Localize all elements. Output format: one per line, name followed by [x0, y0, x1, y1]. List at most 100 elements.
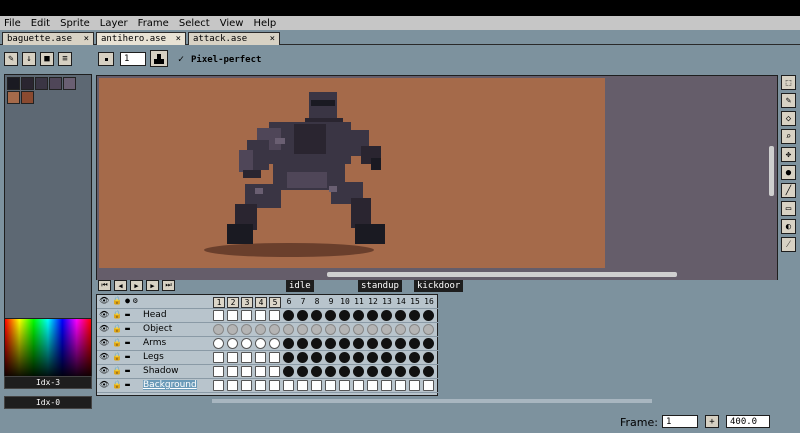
- cel[interactable]: [395, 366, 406, 377]
- cel[interactable]: [213, 338, 224, 349]
- cel[interactable]: [325, 352, 336, 363]
- layer-row-head[interactable]: 👁🔒▬ Head: [97, 309, 439, 323]
- frame-header-16[interactable]: 16: [423, 297, 435, 306]
- first-frame-button[interactable]: ⏮: [98, 280, 111, 291]
- cel[interactable]: [269, 310, 280, 321]
- layer-row-background[interactable]: 👁🔒▬ Background: [97, 379, 439, 393]
- brush-shape-button[interactable]: [98, 52, 114, 66]
- tab-attack[interactable]: attack.ase ×: [188, 32, 280, 45]
- marquee-tool[interactable]: ⬚: [781, 75, 796, 90]
- close-icon[interactable]: ×: [270, 34, 275, 44]
- layer-row-object[interactable]: 👁🔒▬ Object: [97, 323, 439, 337]
- spray-tool[interactable]: ⁄: [781, 237, 796, 252]
- cel[interactable]: [423, 324, 434, 335]
- cel[interactable]: [297, 338, 308, 349]
- background-color-index[interactable]: Idx-0: [4, 396, 92, 409]
- cel[interactable]: [241, 338, 252, 349]
- zoom-tool[interactable]: ⌕: [781, 129, 796, 144]
- tag-standup[interactable]: standup: [358, 280, 402, 292]
- cel[interactable]: [381, 352, 392, 363]
- ellipse-tool[interactable]: ◐: [781, 219, 796, 234]
- cel[interactable]: [325, 380, 336, 391]
- cel[interactable]: [353, 366, 364, 377]
- cel[interactable]: [241, 366, 252, 377]
- frame-header-11[interactable]: 11: [353, 297, 365, 306]
- cel[interactable]: [339, 338, 350, 349]
- zoom-input[interactable]: 400.0: [726, 415, 770, 428]
- palette-swatch[interactable]: [21, 77, 34, 90]
- frame-header-14[interactable]: 14: [395, 297, 407, 306]
- cel[interactable]: [395, 338, 406, 349]
- cel[interactable]: [255, 324, 266, 335]
- pencil-mode-button[interactable]: ✎: [4, 52, 18, 66]
- frame-header-1[interactable]: 1: [213, 297, 225, 308]
- menu-edit[interactable]: Edit: [31, 18, 50, 29]
- layer-visibility-icons[interactable]: 👁🔒▬: [99, 324, 133, 333]
- cel[interactable]: [395, 310, 406, 321]
- cel[interactable]: [297, 366, 308, 377]
- menu-layer[interactable]: Layer: [100, 18, 128, 29]
- layer-visibility-icons[interactable]: 👁🔒▬: [99, 310, 133, 319]
- rectangle-tool[interactable]: ▭: [781, 201, 796, 216]
- frame-header-7[interactable]: 7: [297, 297, 309, 306]
- tag-idle[interactable]: idle: [286, 280, 314, 292]
- cel[interactable]: [255, 310, 266, 321]
- menu-help[interactable]: Help: [253, 18, 276, 29]
- cel[interactable]: [311, 366, 322, 377]
- cel[interactable]: [353, 380, 364, 391]
- close-icon[interactable]: ×: [84, 34, 89, 44]
- cel[interactable]: [283, 352, 294, 363]
- last-frame-button[interactable]: ⏭: [162, 280, 175, 291]
- frame-header-10[interactable]: 10: [339, 297, 351, 306]
- cel[interactable]: [423, 366, 434, 377]
- add-frame-button[interactable]: +: [705, 415, 719, 428]
- cel[interactable]: [367, 338, 378, 349]
- cel[interactable]: [269, 352, 280, 363]
- cel[interactable]: [213, 380, 224, 391]
- cel[interactable]: [325, 310, 336, 321]
- cel[interactable]: [283, 366, 294, 377]
- cel[interactable]: [297, 380, 308, 391]
- cel[interactable]: [297, 324, 308, 335]
- cel[interactable]: [353, 352, 364, 363]
- cel[interactable]: [241, 352, 252, 363]
- cel[interactable]: [381, 310, 392, 321]
- frame-header-2[interactable]: 2: [227, 297, 239, 308]
- cel[interactable]: [255, 352, 266, 363]
- cel[interactable]: [297, 352, 308, 363]
- cel[interactable]: [353, 324, 364, 335]
- cel[interactable]: [339, 380, 350, 391]
- cel[interactable]: [395, 352, 406, 363]
- palette-swatch[interactable]: [35, 77, 48, 90]
- tab-antihero[interactable]: antihero.ase ×: [96, 32, 186, 45]
- canvas-vertical-scrollbar[interactable]: [769, 146, 774, 196]
- frame-header-8[interactable]: 8: [311, 297, 323, 306]
- color-spectrum-picker[interactable]: [4, 318, 92, 378]
- cel[interactable]: [213, 310, 224, 321]
- frame-header-12[interactable]: 12: [367, 297, 379, 306]
- play-button[interactable]: ▶: [130, 280, 143, 291]
- frame-header-9[interactable]: 9: [325, 297, 337, 306]
- move-tool[interactable]: ✥: [781, 147, 796, 162]
- cel[interactable]: [381, 338, 392, 349]
- cel[interactable]: [409, 380, 420, 391]
- ink-button[interactable]: [150, 50, 168, 67]
- cel[interactable]: [255, 380, 266, 391]
- cel[interactable]: [227, 366, 238, 377]
- cel[interactable]: [381, 324, 392, 335]
- palette-swatch[interactable]: [63, 77, 76, 90]
- palette-swatch[interactable]: [7, 77, 20, 90]
- frame-number-input[interactable]: 1: [662, 415, 698, 428]
- close-icon[interactable]: ×: [176, 34, 181, 44]
- frame-header-6[interactable]: 6: [283, 297, 295, 306]
- layer-name[interactable]: Object: [143, 324, 172, 334]
- layer-name[interactable]: Head: [143, 310, 167, 320]
- eraser-tool[interactable]: ◇: [781, 111, 796, 126]
- layer-visibility-icons[interactable]: 👁🔒▬: [99, 352, 133, 361]
- cel[interactable]: [269, 366, 280, 377]
- line-tool[interactable]: ╱: [781, 183, 796, 198]
- cel[interactable]: [269, 324, 280, 335]
- cel[interactable]: [311, 380, 322, 391]
- down-mode-button[interactable]: ↓: [22, 52, 36, 66]
- menu-frame[interactable]: Frame: [138, 18, 169, 29]
